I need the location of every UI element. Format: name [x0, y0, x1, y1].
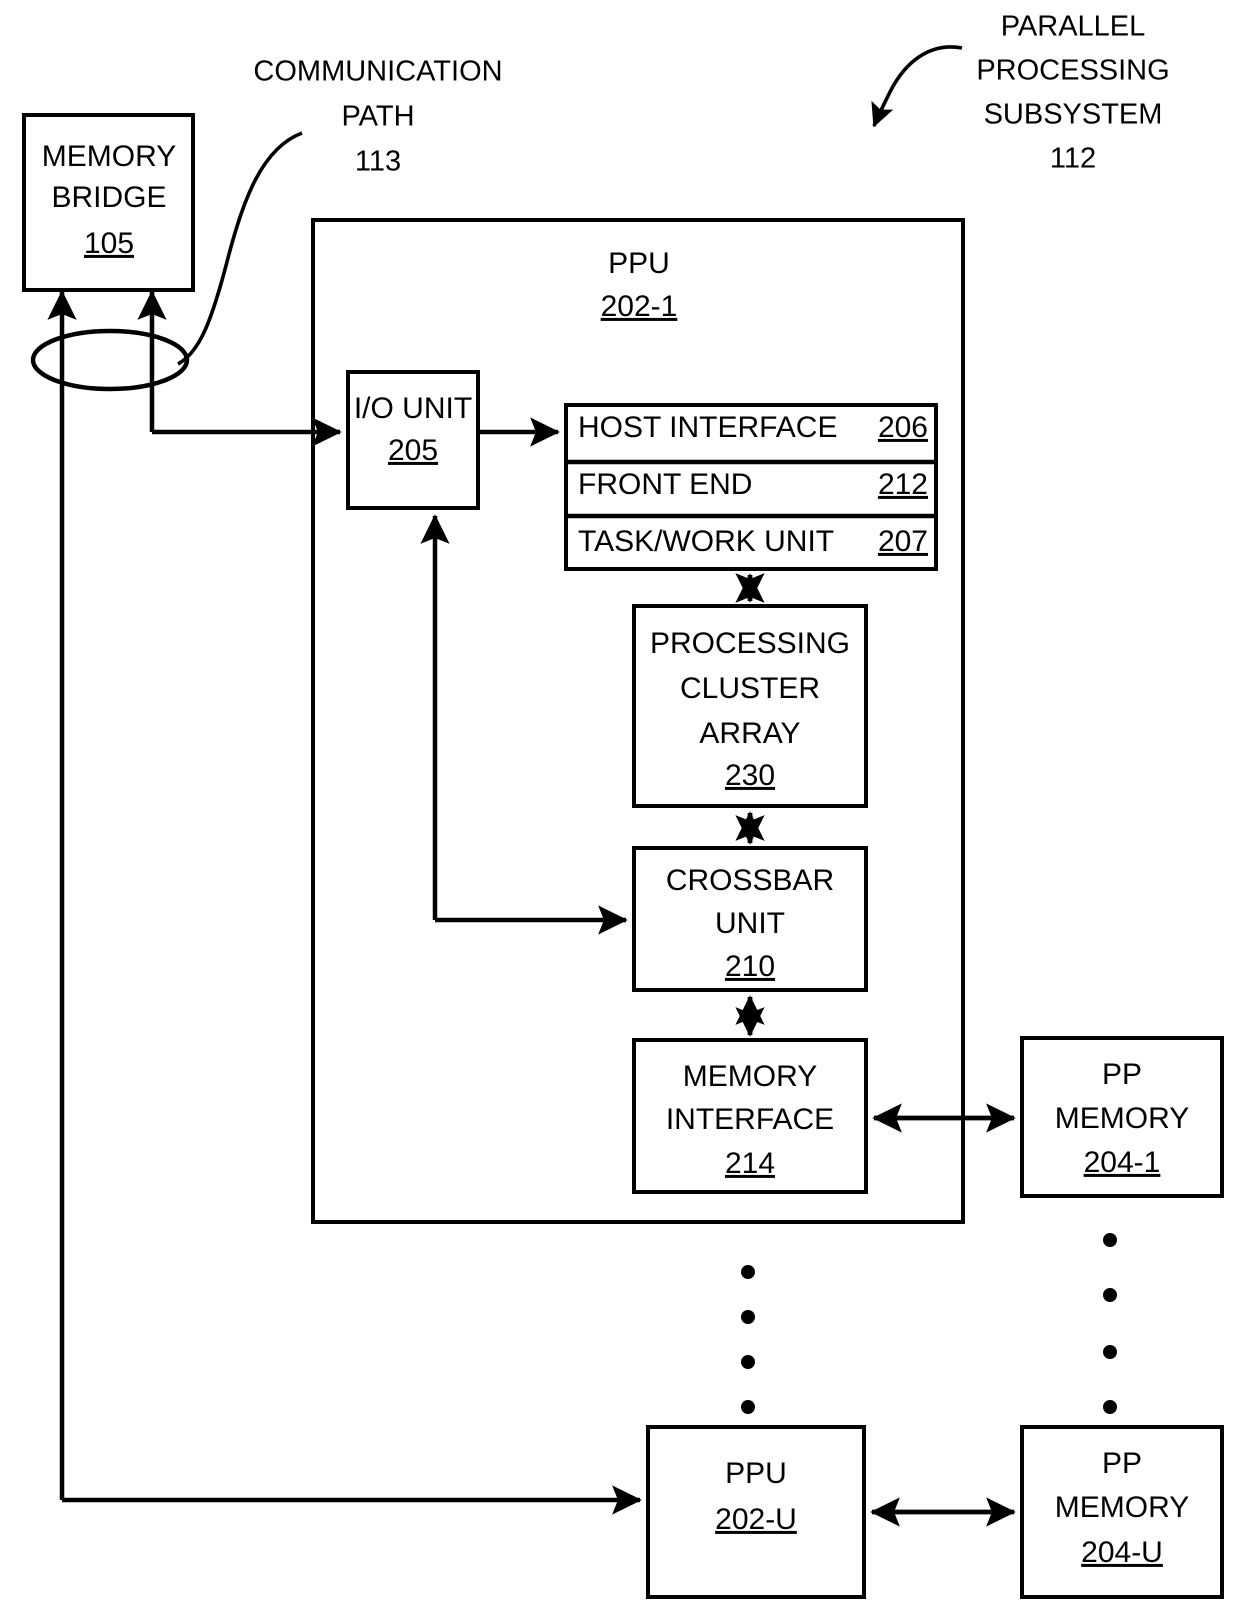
host-interface-ref: 206 — [878, 411, 928, 444]
ellipsis-dot — [1103, 1400, 1117, 1414]
pp-memory-1-label-line2: MEMORY — [1055, 1102, 1189, 1135]
memory-interface-label-line2: INTERFACE — [666, 1103, 834, 1136]
ppu-1-label: PPU — [608, 247, 670, 280]
ellipsis-dot — [741, 1265, 755, 1279]
communication-path-ref: 113 — [355, 146, 401, 178]
ppu-u-ref: 202-U — [715, 1503, 797, 1536]
callout-parallel-processing-subsystem: PARALLEL PROCESSING SUBSYSTEM 112 — [871, 11, 1170, 175]
block-memory-interface[interactable]: MEMORY INTERFACE 214 — [632, 1038, 868, 1194]
pps-label-line1: PARALLEL — [1001, 11, 1146, 43]
ellipsis-dot — [1103, 1345, 1117, 1359]
pp-memory-1-ref: 204-1 — [1084, 1146, 1161, 1179]
task-work-unit-label: TASK/WORK UNIT — [578, 525, 834, 558]
pca-label-line3: ARRAY — [699, 717, 800, 750]
crossbar-unit-ref: 210 — [725, 950, 775, 983]
block-pp-memory-u[interactable]: PP MEMORY 204-U — [1020, 1425, 1224, 1599]
pps-ref: 112 — [1050, 143, 1096, 175]
block-pp-memory-1[interactable]: PP MEMORY 204-1 — [1020, 1036, 1224, 1198]
memory-bridge-label-line1: MEMORY — [42, 140, 176, 173]
communication-path-leader-line — [177, 131, 303, 366]
memory-interface-label-line1: MEMORY — [683, 1060, 817, 1093]
ellipsis-pp-memory-column — [1103, 1233, 1117, 1414]
io-unit-label: I/O UNIT — [354, 392, 472, 425]
block-io-unit[interactable]: I/O UNIT 205 — [346, 370, 480, 510]
pp-memory-u-ref: 204-U — [1081, 1536, 1163, 1569]
pca-label-line1: PROCESSING — [650, 627, 850, 660]
block-diagram: COMMUNICATION PATH 113 PARALLEL PROCESSI… — [22, 11, 1224, 1599]
ppu-u-label: PPU — [725, 1457, 787, 1490]
memory-bridge-ref: 105 — [84, 227, 134, 260]
pp-memory-1-label-line1: PP — [1102, 1058, 1142, 1091]
ellipsis-dot — [741, 1400, 755, 1414]
pca-label-line2: CLUSTER — [680, 672, 820, 705]
pps-label-line2: PROCESSING — [976, 55, 1169, 87]
task-work-unit-ref: 207 — [878, 525, 928, 558]
ellipsis-ppu-column — [741, 1265, 755, 1414]
block-processing-cluster-array[interactable]: PROCESSING CLUSTER ARRAY 230 — [632, 604, 868, 808]
block-crossbar-unit[interactable]: CROSSBAR UNIT 210 — [632, 846, 868, 992]
ellipsis-dot — [1103, 1233, 1117, 1247]
figure-canvas: COMMUNICATION PATH 113 PARALLEL PROCESSI… — [0, 0, 1240, 1615]
memory-interface-ref: 214 — [725, 1147, 775, 1180]
communication-path-oval — [30, 328, 190, 392]
io-unit-ref: 205 — [388, 434, 438, 467]
block-frontend-stack[interactable]: HOST INTERFACE 206 FRONT END 212 TASK/WO… — [564, 403, 938, 571]
communication-path-label-line1: COMMUNICATION — [253, 56, 502, 88]
front-end-ref: 212 — [878, 468, 928, 501]
ellipsis-dot — [741, 1310, 755, 1324]
pp-memory-u-label-line2: MEMORY — [1055, 1491, 1189, 1524]
ellipsis-dot — [1103, 1288, 1117, 1302]
block-memory-bridge[interactable]: MEMORY BRIDGE 105 — [22, 113, 195, 292]
pps-leader-arrow — [871, 45, 963, 128]
block-ppu-u[interactable]: PPU 202-U — [646, 1425, 866, 1599]
ppu-1-ref: 202-1 — [601, 290, 678, 323]
front-end-label: FRONT END — [578, 468, 752, 501]
crossbar-unit-label-line1: CROSSBAR — [666, 864, 834, 897]
communication-path-label-line2: PATH — [341, 101, 414, 133]
host-interface-label: HOST INTERFACE — [578, 411, 837, 444]
memory-bridge-label-line2: BRIDGE — [51, 181, 166, 214]
pps-label-line3: SUBSYSTEM — [984, 99, 1163, 131]
ellipsis-dot — [741, 1355, 755, 1369]
pp-memory-u-label-line1: PP — [1102, 1447, 1142, 1480]
crossbar-unit-label-line2: UNIT — [715, 907, 785, 940]
pca-ref: 230 — [725, 759, 775, 792]
